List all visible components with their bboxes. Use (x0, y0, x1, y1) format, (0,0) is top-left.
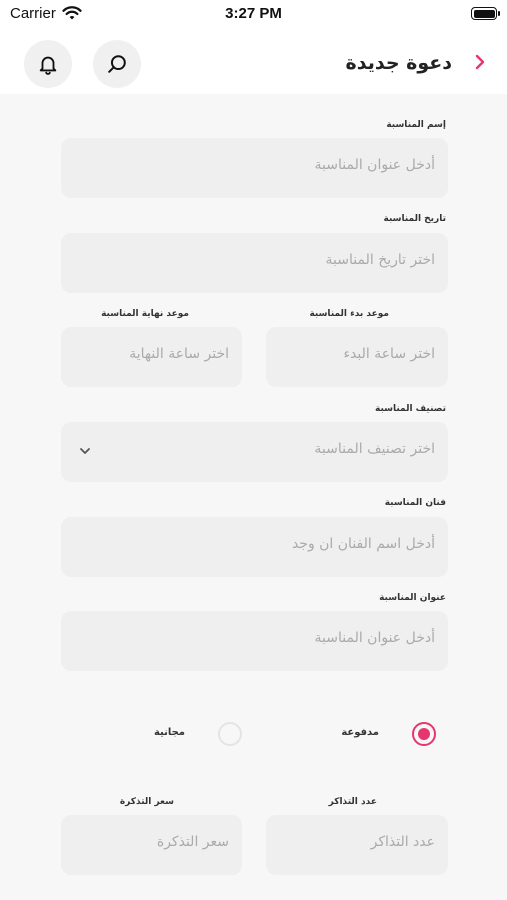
free-label: مجانية (153, 727, 185, 738)
event-name-label: إسم المناسبة (386, 120, 446, 130)
event-date-label: تاريخ المناسبة (383, 214, 446, 224)
ticket-count-placeholder: عدد التذاكر (370, 834, 435, 850)
start-time-input[interactable]: اختر ساعة البدء (266, 327, 448, 387)
page-title: دعوة جديدة (345, 52, 452, 74)
category-label: تصنيف المناسبة (375, 404, 446, 414)
end-time-label: موعد نهاية المناسبة (101, 309, 189, 319)
end-time-placeholder: اختر ساعة النهاية (129, 346, 229, 362)
artist-label: فنان المناسبة (384, 498, 446, 508)
app-header: دعوة جديدة (0, 30, 507, 94)
ticket-price-label: سعر التذكرة (119, 797, 174, 807)
event-name-input[interactable]: أدخل عنوان المناسبة (61, 138, 448, 198)
ticket-count-label: عدد التذاكر (328, 797, 377, 807)
ticket-count-input[interactable]: عدد التذاكر (266, 815, 448, 875)
paid-radio-dot (418, 728, 430, 740)
end-time-input[interactable]: اختر ساعة النهاية (61, 327, 242, 387)
event-date-input[interactable]: اختر تاريخ المناسبة (61, 233, 448, 293)
event-date-placeholder: اختر تاريخ المناسبة (325, 252, 435, 268)
address-label: عنوان المناسبة (379, 593, 446, 603)
paid-radio[interactable] (412, 722, 436, 746)
address-placeholder: أدخل عنوان المناسبة (314, 630, 435, 646)
status-time: 3:27 PM (225, 5, 282, 22)
paid-label: مدفوعة (341, 727, 379, 738)
category-placeholder: اختر تصنيف المناسبة (314, 441, 435, 457)
search-icon (108, 55, 126, 73)
artist-placeholder: أدخل اسم الفنان ان وجد (291, 536, 435, 552)
artist-input[interactable]: أدخل اسم الفنان ان وجد (61, 517, 448, 577)
bell-icon (39, 56, 57, 75)
ticket-price-placeholder: سعر التذكرة (156, 834, 229, 850)
notifications-button[interactable] (24, 40, 72, 88)
search-button[interactable] (93, 40, 141, 88)
battery-icon (471, 7, 500, 20)
start-time-placeholder: اختر ساعة البدء (343, 346, 435, 362)
category-select[interactable]: اختر تصنيف المناسبة (61, 422, 448, 482)
status-bar: Carrier 3:27 PM (0, 0, 507, 30)
chevron-down-icon (80, 448, 90, 454)
free-radio[interactable] (218, 722, 242, 746)
ticket-price-input[interactable]: سعر التذكرة (61, 815, 242, 875)
event-name-placeholder: أدخل عنوان المناسبة (314, 157, 435, 173)
chevron-right-icon[interactable] (473, 53, 487, 71)
address-input[interactable]: أدخل عنوان المناسبة (61, 611, 448, 671)
start-time-label: موعد بدء المناسبة (309, 309, 389, 319)
